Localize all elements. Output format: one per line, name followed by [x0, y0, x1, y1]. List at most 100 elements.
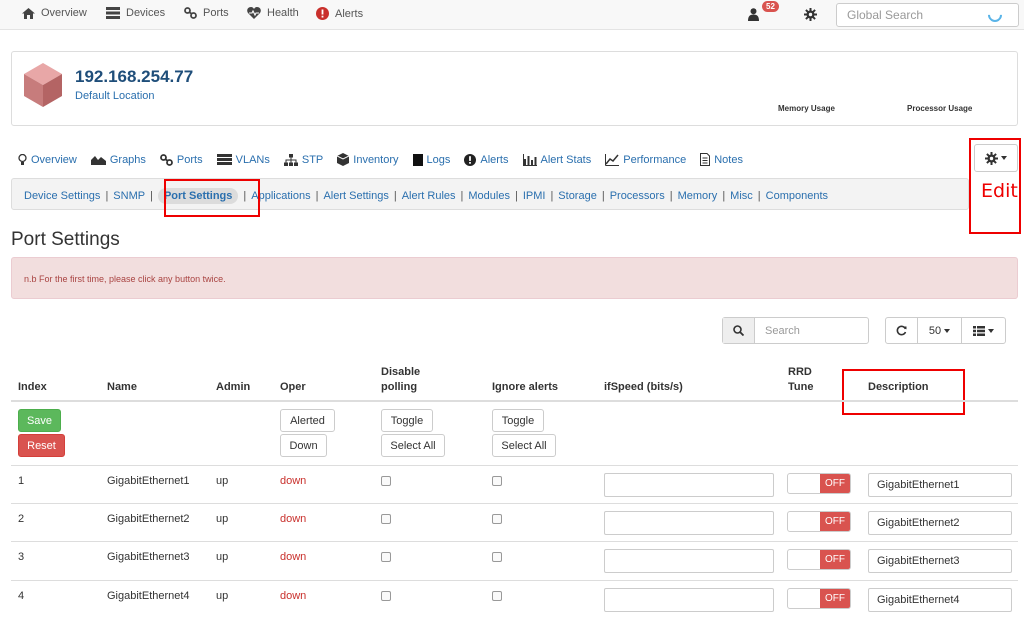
tab-ports[interactable]: Ports: [160, 153, 203, 166]
nav-health[interactable]: Health: [247, 7, 299, 19]
select-all-polling-button[interactable]: Select All: [381, 434, 445, 457]
down-filter-button[interactable]: Down: [280, 434, 327, 457]
toggle-polling-button[interactable]: Toggle: [381, 409, 433, 432]
tab-overview[interactable]: Overview: [18, 153, 77, 166]
subnav-memory[interactable]: Memory: [678, 190, 718, 202]
device-hostname[interactable]: 192.168.254.77: [75, 67, 193, 87]
ifspeed-input[interactable]: [604, 588, 774, 612]
search-icon: [733, 325, 744, 336]
description-input[interactable]: GigabitEthernet4: [868, 588, 1012, 612]
ifspeed-input[interactable]: [604, 473, 774, 497]
home-icon: [22, 7, 35, 19]
tab-alerts-label: Alerts: [480, 153, 509, 166]
disable-polling-checkbox[interactable]: [381, 514, 391, 524]
ignore-alerts-checkbox[interactable]: [492, 514, 502, 524]
nav-ports[interactable]: Ports: [184, 7, 229, 19]
rrd-tune-switch[interactable]: OFF: [787, 511, 851, 532]
ignore-alerts-checkbox[interactable]: [492, 591, 502, 601]
description-input[interactable]: GigabitEthernet3: [868, 549, 1012, 573]
ignore-alerts-checkbox[interactable]: [492, 476, 502, 486]
tab-vlans-label: VLANs: [235, 153, 270, 166]
col-disable-polling-line1: Disable: [381, 366, 421, 378]
area-chart-icon: [90, 156, 106, 165]
refresh-button[interactable]: [885, 317, 918, 344]
subnav-applications[interactable]: Applications: [251, 190, 310, 202]
list-icon: [973, 325, 985, 336]
ignore-alerts-checkbox[interactable]: [492, 552, 502, 562]
exclamation-circle-icon: [316, 7, 329, 20]
tab-stp[interactable]: STP: [283, 153, 323, 166]
notice-text: n.b For the first time, please click any…: [24, 274, 226, 284]
row-divider: [11, 465, 1018, 466]
description-input[interactable]: GigabitEthernet1: [868, 473, 1012, 497]
tab-alerts[interactable]: Alerts: [464, 153, 509, 166]
col-oper-header[interactable]: Oper: [280, 380, 306, 395]
tab-alert-stats[interactable]: Alert Stats: [522, 153, 591, 166]
subnav-alert-settings[interactable]: Alert Settings: [323, 190, 388, 202]
tab-overview-label: Overview: [31, 153, 77, 166]
col-disable-polling-line2: polling: [381, 381, 418, 393]
table-search-placeholder: Search: [765, 325, 800, 337]
col-admin-header[interactable]: Admin: [216, 380, 250, 395]
gear-icon[interactable]: [804, 8, 817, 21]
ifspeed-input[interactable]: [604, 511, 774, 535]
table-search-input[interactable]: Search: [722, 317, 869, 344]
row-oper: down: [280, 475, 307, 487]
tab-vlans[interactable]: VLANs: [216, 153, 270, 166]
refresh-icon: [896, 325, 907, 336]
ifspeed-input[interactable]: [604, 549, 774, 573]
port-settings-annotation-box: [164, 179, 260, 217]
reset-button[interactable]: Reset: [18, 434, 65, 457]
alerted-filter-button[interactable]: Alerted: [280, 409, 335, 432]
description-input[interactable]: GigabitEthernet2: [868, 511, 1012, 535]
col-disable-polling-header[interactable]: Disable polling: [381, 365, 420, 395]
row-index: 2: [18, 513, 25, 525]
col-rrd-tune-header[interactable]: RRD Tune: [788, 365, 813, 395]
col-ifspeed-header[interactable]: ifSpeed (bits/s): [604, 380, 683, 395]
global-search-input[interactable]: Global Search: [836, 3, 1019, 27]
link-icon: [184, 7, 197, 19]
rrd-tune-switch[interactable]: OFF: [787, 588, 851, 609]
rrd-tune-switch[interactable]: OFF: [787, 473, 851, 494]
subnav-alert-rules[interactable]: Alert Rules: [402, 190, 456, 202]
tab-inventory[interactable]: Inventory: [337, 153, 399, 166]
device-tabs: Overview Graphs Ports VLANs STP Inventor…: [18, 153, 757, 166]
subnav-device-settings[interactable]: Device Settings: [24, 190, 100, 202]
tab-performance[interactable]: Performance: [605, 153, 686, 166]
page-size-dropdown[interactable]: 50: [917, 317, 962, 344]
toggle-alerts-button[interactable]: Toggle: [492, 409, 544, 432]
row-divider: [11, 580, 1018, 581]
disable-polling-checkbox[interactable]: [381, 552, 391, 562]
device-header-panel: 192.168.254.77 Default Location Memory U…: [11, 51, 1018, 126]
server-icon: [106, 7, 120, 19]
subnav-snmp[interactable]: SNMP: [113, 190, 145, 202]
user-icon[interactable]: [748, 8, 759, 21]
subnav-modules[interactable]: Modules: [468, 190, 510, 202]
rrd-tune-switch[interactable]: OFF: [787, 549, 851, 570]
save-button[interactable]: Save: [18, 409, 61, 432]
col-name-header[interactable]: Name: [107, 380, 137, 395]
device-location[interactable]: Default Location: [75, 90, 155, 102]
nav-alerts[interactable]: Alerts: [316, 7, 363, 20]
columns-dropdown[interactable]: [961, 317, 1006, 344]
subnav-storage[interactable]: Storage: [558, 190, 597, 202]
disable-polling-checkbox[interactable]: [381, 591, 391, 601]
tab-graphs[interactable]: Graphs: [90, 153, 146, 166]
subnav-items: Device Settings | SNMP | Port Settings | Ap…: [24, 188, 829, 204]
loading-spinner-icon: [985, 5, 1005, 25]
col-index-header[interactable]: Index: [18, 380, 47, 395]
disable-polling-checkbox[interactable]: [381, 476, 391, 486]
subnav-components[interactable]: Components: [766, 190, 828, 202]
book-icon: [412, 153, 423, 166]
subnav-ipmi[interactable]: IPMI: [523, 190, 546, 202]
subnav-misc[interactable]: Misc: [730, 190, 753, 202]
nav-overview[interactable]: Overview: [22, 7, 87, 19]
subnav-processors[interactable]: Processors: [610, 190, 665, 202]
col-ignore-alerts-header[interactable]: Ignore alerts: [492, 380, 558, 395]
select-all-alerts-button[interactable]: Select All: [492, 434, 556, 457]
row-index: 4: [18, 590, 25, 602]
nav-devices[interactable]: Devices: [106, 7, 165, 19]
tab-notes[interactable]: Notes: [700, 153, 743, 166]
tab-logs[interactable]: Logs: [412, 153, 450, 166]
rrd-tune-state: OFF: [820, 474, 850, 493]
